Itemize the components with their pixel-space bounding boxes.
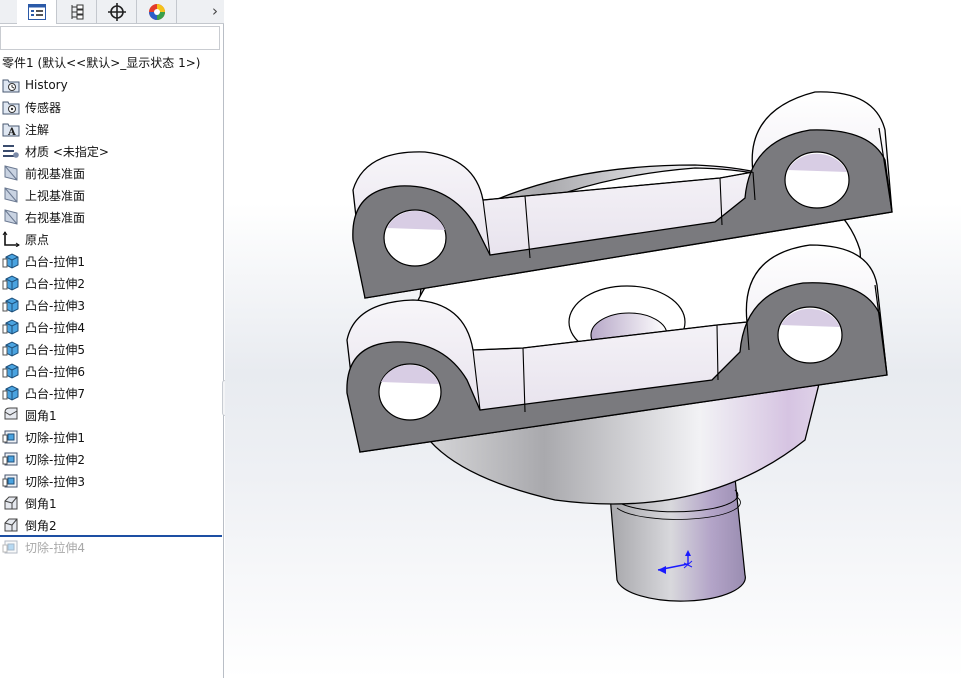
chamfer-icon — [1, 494, 21, 512]
feature-tree-item[interactable]: 凸台-拉伸4 — [0, 316, 222, 338]
feature-tree-item-label: 凸台-拉伸3 — [25, 298, 85, 313]
feature-tree-item-label: 凸台-拉伸2 — [25, 276, 85, 291]
feature-tree-item-label: 原点 — [25, 232, 50, 247]
feature-tree-item-label: 切除-拉伸1 — [25, 430, 85, 445]
feature-manager-panel: › 零件1 (默认<<默认>_显示状态 1>) History 传感器 A 注解材质 … — [0, 0, 224, 678]
feature-tree-item[interactable]: A 注解 — [0, 118, 222, 140]
feature-tree-item-label: 上视基准面 — [25, 188, 86, 203]
feature-tree-item[interactable]: 右视基准面 — [0, 206, 222, 228]
feature-tree-item[interactable]: 切除-拉伸2 — [0, 448, 222, 470]
boss-extrude-icon — [1, 252, 21, 270]
boss-extrude-icon — [1, 340, 21, 358]
boss-extrude-icon — [1, 274, 21, 292]
cut-extrude-icon — [1, 472, 21, 490]
part-model-view[interactable] — [225, 0, 961, 678]
feature-tree-item-label: 右视基准面 — [25, 210, 86, 225]
feature-tree-item[interactable]: 前视基准面 — [0, 162, 222, 184]
feature-filter-input[interactable] — [0, 26, 220, 50]
feature-tree-item[interactable]: 传感器 — [0, 96, 222, 118]
cut-extrude-icon — [1, 428, 21, 446]
feature-tree-item[interactable]: 上视基准面 — [0, 184, 222, 206]
more-tabs-chevron-icon[interactable]: › — [212, 2, 218, 20]
feature-tree-item[interactable]: 切除-拉伸3 — [0, 470, 222, 492]
feature-tree-item[interactable]: 凸台-拉伸5 — [0, 338, 222, 360]
plane-icon — [1, 164, 21, 182]
feature-tree-item[interactable]: History — [0, 74, 222, 96]
feature-tree-item-label: History — [25, 78, 68, 92]
feature-tree-item[interactable]: 材质 <未指定> — [0, 140, 222, 162]
feature-tree-item-label: 前视基准面 — [25, 166, 86, 181]
feature-tree: History 传感器 A 注解材质 <未指定> 前视基准面上视基准面右视基准面原点凸台… — [0, 74, 222, 558]
feature-tree-item-label: 凸台-拉伸7 — [25, 386, 85, 401]
feature-tree-item[interactable]: 凸台-拉伸1 — [0, 250, 222, 272]
feature-tree-item-label: 切除-拉伸3 — [25, 474, 85, 489]
feature-tree-item[interactable]: 凸台-拉伸6 — [0, 360, 222, 382]
feature-tree-item[interactable]: 倒角2 — [0, 514, 222, 536]
feature-tree-item[interactable]: 倒角1 — [0, 492, 222, 514]
feature-tree-item-label: 注解 — [25, 122, 50, 137]
feature-tree-item-label: 传感器 — [25, 100, 62, 115]
property-manager-tab[interactable] — [57, 0, 97, 24]
appearance-sphere-icon — [148, 4, 165, 20]
chamfer-icon — [1, 516, 21, 534]
property-manager-icon — [71, 4, 83, 20]
feature-tree-item[interactable]: 圆角1 — [0, 404, 222, 426]
feature-tree-item-label: 切除-拉伸4 — [25, 540, 85, 555]
display-manager-tab[interactable] — [137, 0, 177, 24]
svg-text:A: A — [7, 127, 16, 137]
part-root-node[interactable]: 零件1 (默认<<默认>_显示状态 1>) — [2, 54, 200, 71]
feature-tree-item-label: 凸台-拉伸1 — [25, 254, 85, 269]
annotation-folder-icon: A — [1, 120, 21, 138]
feature-tree-item[interactable]: 原点 — [0, 228, 222, 250]
feature-manager-tab-bar: › — [0, 0, 224, 24]
material-icon — [1, 142, 21, 160]
plane-icon — [1, 208, 21, 226]
boss-extrude-icon — [1, 384, 21, 402]
fillet-icon — [1, 406, 21, 424]
feature-tree-icon — [27, 4, 46, 20]
solidworks-window: › 零件1 (默认<<默认>_显示状态 1>) History 传感器 A 注解材质 … — [0, 0, 961, 678]
rollback-bar[interactable] — [0, 535, 222, 537]
feature-tree-item[interactable]: 切除-拉伸1 — [0, 426, 222, 448]
graphics-viewport[interactable] — [225, 0, 961, 678]
history-folder-icon — [1, 76, 21, 94]
feature-tree-item-label: 倒角1 — [25, 496, 57, 511]
feature-tree-item-label: 凸台-拉伸5 — [25, 342, 85, 357]
feature-tree-item[interactable]: 凸台-拉伸7 — [0, 382, 222, 404]
feature-tree-item-label: 圆角1 — [25, 408, 57, 423]
origin-icon — [1, 230, 21, 248]
feature-tree-item-label: 凸台-拉伸4 — [25, 320, 85, 335]
feature-tree-item-label: 倒角2 — [25, 518, 57, 533]
sensor-folder-icon — [1, 98, 21, 116]
boss-extrude-icon — [1, 362, 21, 380]
dimxpert-tab[interactable] — [97, 0, 137, 24]
cut-extrude-icon — [1, 450, 21, 468]
crosshair-icon — [107, 3, 126, 21]
feature-tree-item-label: 凸台-拉伸6 — [25, 364, 85, 379]
feature-tree-item-label: 材质 <未指定> — [25, 144, 109, 159]
boss-extrude-icon — [1, 296, 21, 314]
feature-tree-item[interactable]: 切除-拉伸4 — [0, 536, 222, 558]
feature-tree-item[interactable]: 凸台-拉伸2 — [0, 272, 222, 294]
boss-extrude-icon — [1, 318, 21, 336]
feature-tree-tab[interactable] — [17, 0, 57, 24]
plane-icon — [1, 186, 21, 204]
feature-tree-item-label: 切除-拉伸2 — [25, 452, 85, 467]
cut-extrude-icon — [1, 538, 21, 556]
feature-tree-item[interactable]: 凸台-拉伸3 — [0, 294, 222, 316]
